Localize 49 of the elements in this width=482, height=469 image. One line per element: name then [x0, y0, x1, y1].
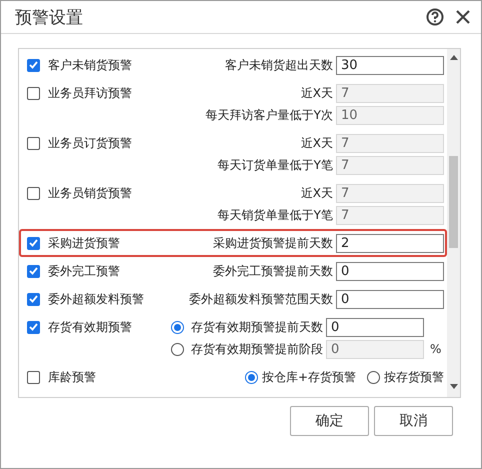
- input-field[interactable]: 2: [336, 234, 444, 252]
- option-label: 按存货预警: [384, 370, 444, 384]
- scroll-up-icon[interactable]: [450, 55, 458, 60]
- scrollbar[interactable]: [447, 49, 460, 397]
- warning-label: 业务员拜访预警: [48, 86, 132, 100]
- help-icon[interactable]: [425, 7, 445, 27]
- cancel-button[interactable]: 取消: [374, 406, 453, 436]
- input-field[interactable]: 0: [336, 290, 444, 308]
- warning-label: 业务员销货预警: [48, 186, 132, 200]
- field-label: 采购进货预警提前天数: [213, 236, 333, 250]
- scroll-thumb[interactable]: [449, 156, 458, 248]
- warning-label: 客户未销货预警: [48, 58, 132, 72]
- option-label: 存货有效期预警提前阶段: [191, 342, 323, 356]
- field-label: 每天拜访客户量低于Y次: [206, 108, 333, 122]
- radio-button[interactable]: [244, 370, 258, 384]
- field-label: 近X天: [300, 186, 333, 200]
- scroll-down-icon[interactable]: [450, 384, 458, 389]
- checkbox[interactable]: [27, 136, 40, 150]
- field-label: 近X天: [300, 86, 333, 100]
- warning-label: 业务员订货预警: [48, 136, 132, 150]
- input-field[interactable]: 0: [336, 262, 444, 280]
- field-label: 委外超额发料预警范围天数: [189, 292, 333, 306]
- checkbox[interactable]: [27, 292, 40, 306]
- radio-button[interactable]: [171, 320, 184, 334]
- option-label: 存货有效期预警提前天数: [191, 320, 323, 334]
- warning-label: 存货有效期预警: [48, 320, 132, 334]
- radio-button[interactable]: [367, 370, 380, 384]
- warning-label: 库龄预警: [48, 370, 96, 384]
- checkbox[interactable]: [27, 58, 40, 72]
- window-title: 预警设置: [15, 6, 84, 28]
- warning-label: 委外超额发料预警: [48, 292, 144, 306]
- confirm-button[interactable]: 确定: [290, 406, 369, 436]
- checkbox[interactable]: [27, 186, 40, 200]
- field-label: 每天订货单量低于Y笔: [218, 158, 333, 172]
- warning-label: 采购进货预警: [48, 236, 120, 250]
- checkbox[interactable]: [27, 320, 40, 334]
- field-label: 客户未销货超出天数: [225, 58, 333, 72]
- checkbox[interactable]: [27, 264, 40, 278]
- input-field[interactable]: 30: [336, 56, 444, 74]
- unit-label: %: [430, 342, 442, 356]
- checkbox[interactable]: [27, 86, 40, 100]
- option-label: 按仓库+存货预警: [262, 370, 356, 384]
- checkbox[interactable]: [27, 370, 40, 384]
- input-field[interactable]: 0: [326, 318, 424, 336]
- field-label: 每天销货单量低于Y笔: [218, 208, 333, 222]
- field-label: 近X天: [300, 136, 333, 150]
- checkbox[interactable]: [27, 236, 40, 250]
- warning-label: 委外完工预警: [48, 264, 120, 278]
- field-label: 委外完工预警提前天数: [213, 264, 333, 278]
